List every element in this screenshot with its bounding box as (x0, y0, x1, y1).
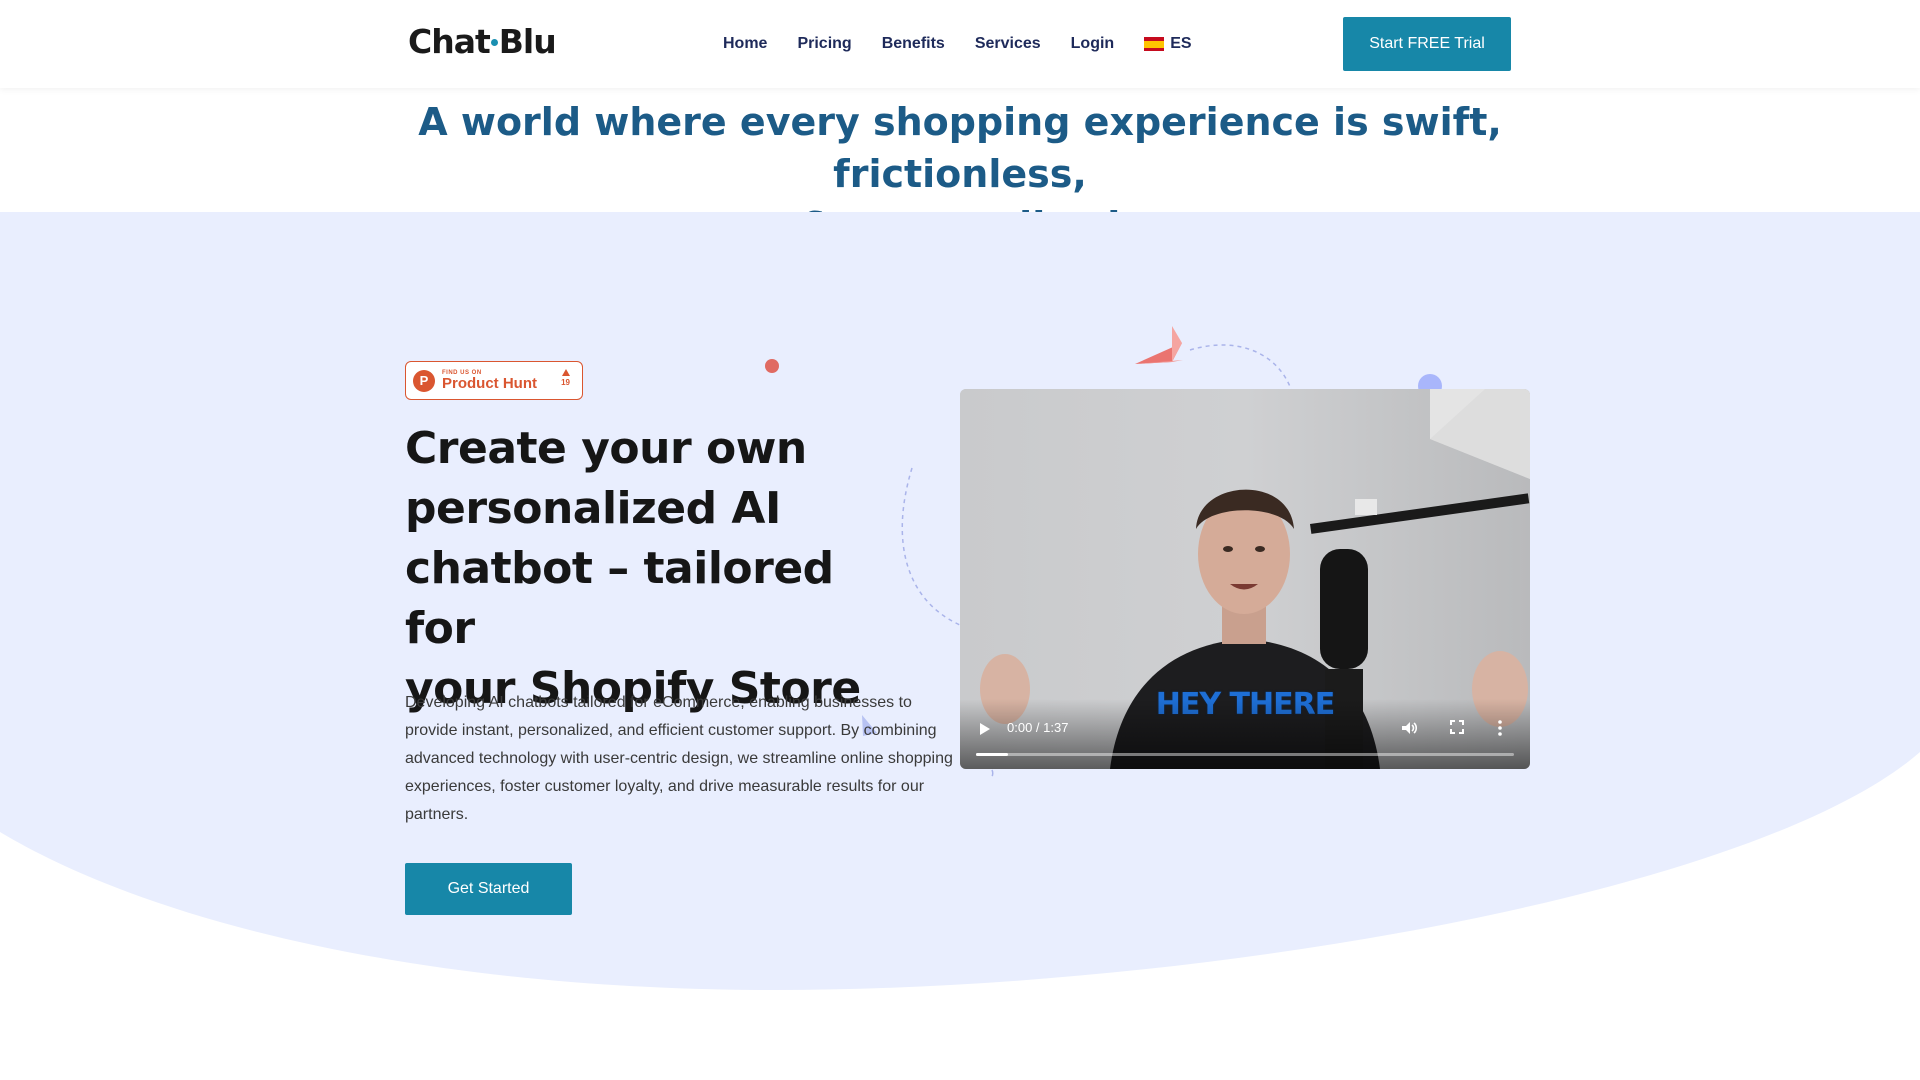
description-line: partners. (405, 806, 469, 823)
fullscreen-icon[interactable] (1449, 719, 1465, 735)
product-hunt-votes: 19 (561, 369, 570, 387)
site-header: Chat Blu Home Pricing Benefits Services L… (0, 0, 1920, 88)
description-line: Developing AI chatbots tailored for eCom… (405, 694, 912, 711)
get-started-button[interactable]: Get Started (405, 863, 572, 915)
logo-text-chat: Chat (408, 22, 491, 61)
nav-pricing[interactable]: Pricing (797, 35, 851, 53)
hero-title-line: personalized AI (405, 483, 781, 534)
banner-line-1: A world where every shopping experience … (418, 100, 1502, 196)
product-hunt-label: Product Hunt (442, 374, 537, 392)
logo-text-blu: Blu (498, 22, 557, 61)
nav-services[interactable]: Services (975, 35, 1041, 53)
main-nav: Home Pricing Benefits Services Login ES (723, 0, 1192, 88)
nav-home[interactable]: Home (723, 35, 767, 53)
language-switcher[interactable]: ES (1144, 35, 1192, 53)
chatblu-logo[interactable]: Chat Blu (408, 22, 557, 61)
video-progress-bar[interactable] (976, 753, 1514, 756)
description-line: experiences, foster customer loyalty, an… (405, 778, 925, 795)
start-free-trial-button[interactable]: Start FREE Trial (1343, 17, 1511, 71)
more-options-icon[interactable] (1497, 719, 1503, 737)
upvote-arrow-icon (561, 369, 570, 376)
logo-dot (490, 39, 498, 46)
description-line: provide instant, personalized, and effic… (405, 722, 937, 739)
hero-title-line: Create your own (405, 423, 807, 474)
hero-title: Create your own personalized AI chatbot … (405, 419, 875, 719)
hero-title-line: chatbot – tailored for (405, 543, 834, 654)
hero-description: Developing AI chatbots tailored for eCom… (405, 689, 955, 829)
product-hunt-icon: P (413, 369, 435, 392)
video-time: 0:00 / 1:37 (1007, 720, 1069, 735)
volume-icon[interactable] (1400, 719, 1418, 737)
spain-flag-icon (1144, 37, 1165, 51)
nav-benefits[interactable]: Benefits (882, 35, 945, 53)
video-player[interactable]: HEY THERE 0:00 / 1:37 (960, 389, 1530, 769)
vote-count: 19 (561, 378, 570, 387)
nav-login[interactable]: Login (1071, 35, 1115, 53)
language-label: ES (1170, 35, 1192, 52)
product-hunt-text: FIND US ON Product Hunt (442, 370, 537, 392)
description-line: advanced technology with user-centric de… (405, 750, 953, 767)
play-icon[interactable] (980, 723, 990, 735)
product-hunt-badge[interactable]: P FIND US ON Product Hunt 19 (405, 361, 583, 400)
video-progress-fill (976, 753, 1009, 756)
video-controls: 0:00 / 1:37 (960, 699, 1530, 769)
